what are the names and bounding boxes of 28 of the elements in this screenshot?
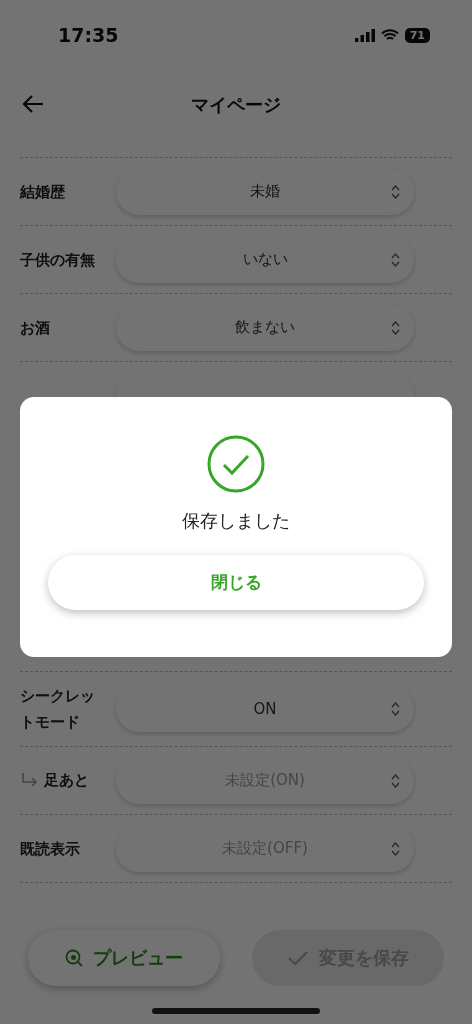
chevron-icon	[391, 252, 400, 267]
chevron-icon	[391, 702, 400, 716]
field-label: 足あと	[44, 771, 89, 790]
preview-icon	[65, 949, 83, 967]
chevron-icon	[391, 184, 400, 199]
back-arrow-icon[interactable]	[22, 94, 44, 114]
check-circle-icon	[207, 435, 265, 493]
chevron-icon	[391, 841, 400, 856]
select-field[interactable]: 飲まない	[116, 304, 414, 351]
chevron-icon	[391, 773, 400, 788]
preview-button[interactable]: プレビュー	[28, 930, 220, 986]
page-title: マイページ	[191, 93, 281, 117]
wifi-icon	[380, 28, 399, 42]
field-label: お酒	[20, 317, 51, 339]
check-icon	[287, 950, 309, 966]
signal-icon	[354, 28, 375, 42]
chevron-icon	[391, 320, 400, 335]
close-button[interactable]: 閉じる	[48, 555, 424, 610]
field-label: 子供の有無	[20, 249, 96, 271]
field-label: シークレットモード	[20, 686, 96, 733]
select-field[interactable]: ON	[116, 686, 414, 732]
status-time: 17:35	[58, 24, 119, 46]
select-field[interactable]: いない	[116, 236, 414, 283]
dialog-message: 保存しました	[182, 509, 290, 533]
field-label: 結婚歴	[20, 181, 66, 203]
field-label: 既読表示	[20, 838, 81, 860]
select-field[interactable]: 未婚	[116, 168, 414, 215]
battery-icon: 71	[404, 27, 430, 43]
